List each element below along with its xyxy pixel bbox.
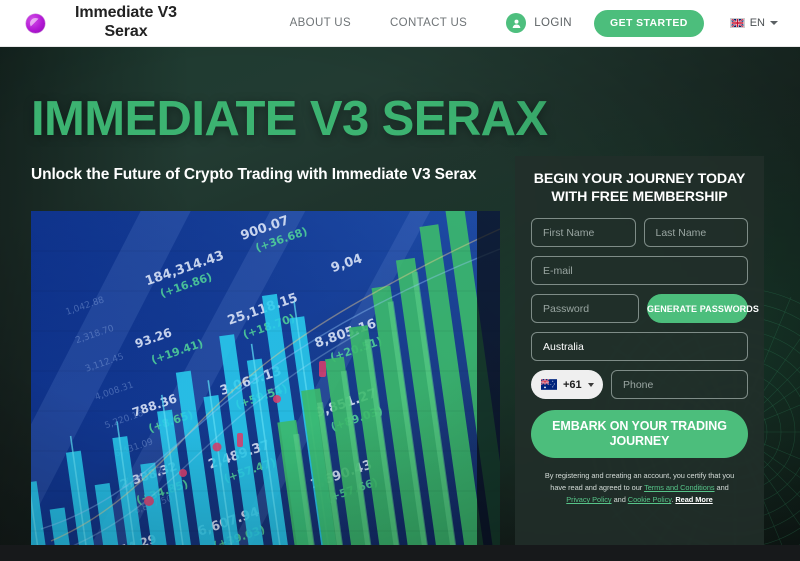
footer-strip	[0, 545, 800, 561]
disclaimer-text-3: and	[611, 495, 628, 505]
password-input[interactable]	[531, 294, 639, 324]
get-started-button[interactable]: GET STARTED	[594, 9, 704, 37]
nav-link-contact-us[interactable]: CONTACT US	[390, 17, 467, 29]
email-row	[531, 256, 748, 286]
email-input[interactable]	[531, 256, 748, 286]
page-title: IMMEDIATE V3 SERAX	[31, 92, 548, 146]
first-name-input[interactable]	[531, 218, 636, 248]
signup-title: BEGIN YOUR JOURNEY TODAY WITH FREE MEMBE…	[533, 171, 746, 206]
signup-card: BEGIN YOUR JOURNEY TODAY WITH FREE MEMBE…	[515, 156, 764, 545]
legal-disclaimer: By registering and creating an account, …	[531, 458, 748, 506]
phone-input[interactable]	[611, 370, 748, 400]
language-selector[interactable]: EN	[729, 17, 778, 29]
phone-row: +61	[531, 370, 748, 400]
australia-flag-icon	[541, 379, 557, 391]
last-name-input[interactable]	[643, 218, 748, 248]
page-subtitle: Unlock the Future of Crypto Trading with…	[31, 166, 477, 183]
login-label: LOGIN	[534, 17, 572, 29]
privacy-policy-link[interactable]: Privacy Policy	[566, 495, 611, 504]
country-row	[531, 332, 748, 362]
submit-button[interactable]: EMBARK ON YOUR TRADING JOURNEY	[531, 410, 748, 459]
user-avatar-icon	[506, 13, 527, 33]
chevron-down-icon	[770, 21, 778, 25]
name-row	[531, 218, 748, 248]
generate-passwords-button[interactable]: GENERATE PASSWORDS	[647, 294, 759, 324]
language-label: EN	[749, 17, 765, 29]
hero-section: IMMEDIATE V3 SERAX Unlock the Future of …	[0, 47, 800, 545]
terms-and-conditions-link[interactable]: Terms and Conditions	[644, 483, 715, 492]
trading-board-image: 1,042.882,318.70 3,112.454,008.31 5,220.…	[31, 211, 500, 545]
password-row: GENERATE PASSWORDS	[531, 294, 759, 324]
uk-flag-icon	[729, 18, 745, 28]
brand-name: Immediate V3 Serax	[75, 4, 177, 40]
nav-link-about-us[interactable]: ABOUT US	[290, 17, 351, 29]
phone-prefix-label: +61	[563, 378, 582, 391]
chevron-down-icon	[587, 382, 594, 387]
disclaimer-text-2: and	[714, 483, 729, 493]
login-button[interactable]: LOGIN	[506, 13, 572, 33]
phone-prefix-selector[interactable]: +61	[531, 370, 603, 400]
site-header: Immediate V3 Serax ABOUT US CONTACT US L…	[0, 0, 800, 47]
page-root: Immediate V3 Serax ABOUT US CONTACT US L…	[0, 0, 800, 561]
signup-form: GENERATE PASSWORDS	[515, 206, 764, 506]
country-select[interactable]	[531, 332, 748, 362]
cookie-policy-link[interactable]: Cookie Policy	[628, 495, 672, 504]
brand[interactable]: Immediate V3 Serax	[26, 4, 236, 42]
read-more-link[interactable]: Read More	[675, 495, 712, 504]
main-nav: ABOUT US CONTACT US LOGIN GET STARTED EN	[290, 9, 778, 37]
spiral-coin-icon	[26, 13, 45, 33]
